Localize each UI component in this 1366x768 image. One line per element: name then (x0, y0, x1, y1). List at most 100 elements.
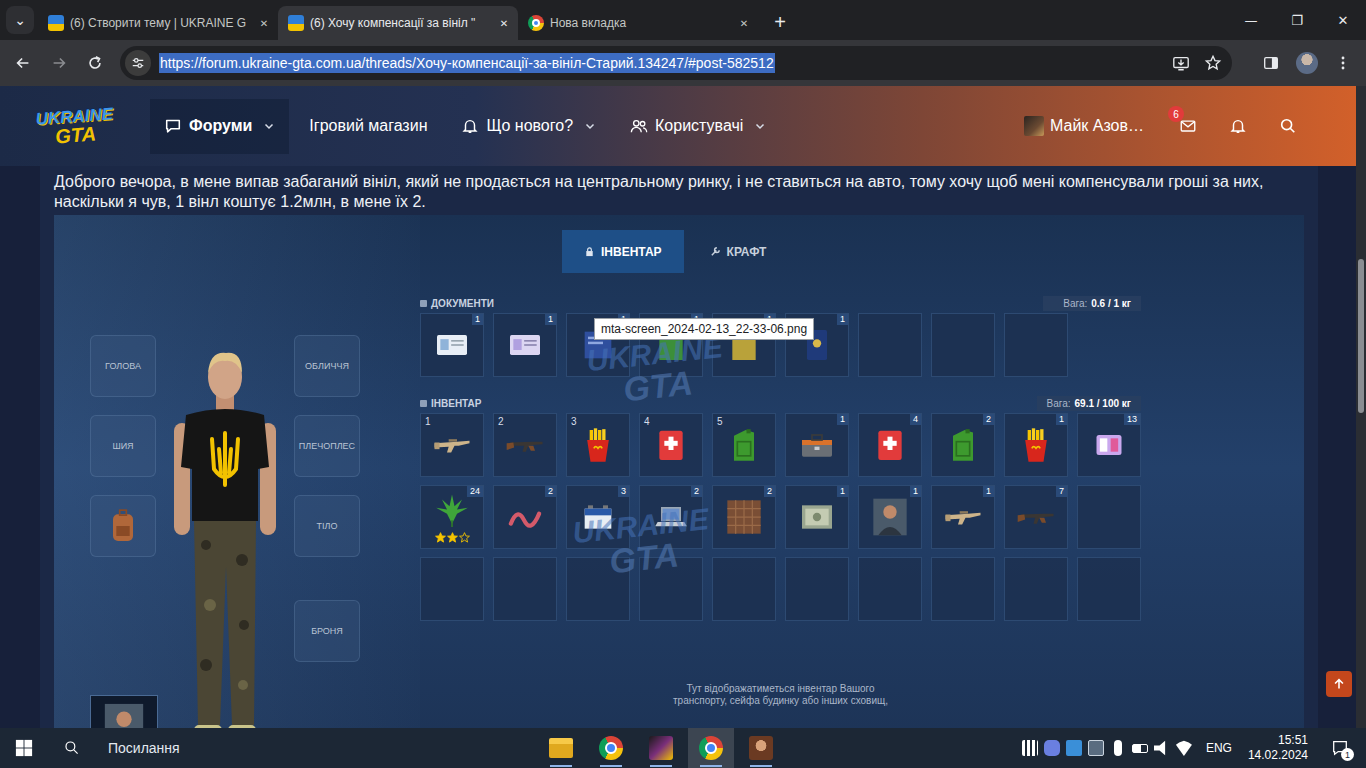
inventory-slot[interactable]: 1 (785, 485, 849, 549)
inventory-slot[interactable]: 2 (639, 485, 703, 549)
equipment-slot[interactable] (90, 495, 156, 557)
game-tab[interactable]: ІНВЕНТАР (562, 230, 684, 273)
inventory-slot[interactable]: 1 (420, 413, 484, 477)
inventory-slot[interactable]: 1 (858, 485, 922, 549)
inventory-slot[interactable]: 4 (639, 413, 703, 477)
nav-item[interactable]: Ігровий магазин (295, 99, 441, 154)
browser-tab[interactable]: (6) Створити тему | UKRAINE G✕ (38, 6, 278, 40)
taskbar-app[interactable] (538, 728, 584, 768)
empty-slot[interactable] (712, 557, 776, 621)
search-button[interactable] (1268, 106, 1308, 146)
inventory-slot[interactable]: 3 (566, 413, 630, 477)
inventory-slot[interactable]: 7 (1004, 485, 1068, 549)
discord-icon[interactable] (1044, 740, 1060, 756)
mic-icon[interactable] (1114, 740, 1122, 756)
scrollbar[interactable] (1356, 86, 1366, 728)
nav-item[interactable]: Що нового? (447, 99, 610, 154)
game-tab[interactable]: КРАФТ (688, 230, 789, 273)
inventory-slot[interactable]: 2 (931, 413, 995, 477)
equipment-slot[interactable]: ТІЛО (294, 495, 360, 557)
taskbar-app[interactable] (588, 728, 634, 768)
battery-icon[interactable] (1132, 744, 1148, 753)
inventory-slot[interactable]: 5 (712, 413, 776, 477)
game-screenshot[interactable]: ГОЛОВА ШИЯ ОБЛИЧЧЯ ПЛЕЧОПЛЕС ТІЛО БРОНЯ ІНВЕНТ… (54, 215, 1304, 728)
new-tab-button[interactable]: + (766, 8, 794, 36)
tab-close-button[interactable]: ✕ (256, 15, 272, 31)
user-menu[interactable]: Майк Азов… (1024, 116, 1144, 136)
empty-slot[interactable] (1004, 313, 1068, 377)
app-net-icon[interactable] (1088, 740, 1104, 756)
inventory-slot[interactable]: 2 (493, 485, 557, 549)
browser-tab[interactable]: (6) Хочу компенсації за вініл "✕ (278, 6, 518, 40)
inventory-slot[interactable]: 1 (931, 485, 995, 549)
inbox-button[interactable]: 6 (1168, 106, 1208, 146)
back-button[interactable] (6, 46, 40, 80)
inventory-slot[interactable]: 4 (858, 413, 922, 477)
alerts-button[interactable] (1218, 106, 1258, 146)
install-app-icon[interactable] (1172, 54, 1190, 72)
empty-slot[interactable] (858, 313, 922, 377)
taskbar-app[interactable] (688, 728, 734, 768)
url-text[interactable]: https://forum.ukraine-gta.com.ua/threads… (159, 53, 775, 73)
notifications-button[interactable]: 1 (1322, 728, 1358, 768)
taskbar-app[interactable] (638, 728, 684, 768)
empty-slot[interactable] (785, 557, 849, 621)
window-control-button[interactable]: ✕ (1320, 0, 1366, 40)
app-blue-icon[interactable] (1066, 740, 1082, 756)
empty-slot[interactable] (566, 557, 630, 621)
equipment-slot[interactable]: ШИЯ (90, 415, 156, 477)
chevron-down-icon[interactable] (263, 120, 275, 132)
empty-slot[interactable] (420, 557, 484, 621)
bookmark-star-icon[interactable] (1204, 54, 1222, 72)
equipment-slot[interactable]: ОБЛИЧЧЯ (294, 335, 360, 397)
site-logo[interactable]: UKRAINEGTA (31, 105, 119, 148)
volume-icon[interactable] (1154, 740, 1170, 756)
window-control-button[interactable]: ❐ (1274, 0, 1320, 40)
nav-item[interactable]: Користувачі (616, 99, 780, 154)
empty-slot[interactable] (1077, 485, 1141, 549)
forward-button[interactable] (42, 46, 76, 80)
address-bar[interactable]: https://forum.ukraine-gta.com.ua/threads… (120, 46, 1232, 80)
scroll-to-top-button[interactable] (1326, 671, 1352, 697)
inventory-slot[interactable]: 1 (785, 413, 849, 477)
profile-button[interactable] (1290, 46, 1324, 80)
language-indicator[interactable]: ENG (1206, 741, 1232, 755)
empty-slot[interactable] (931, 557, 995, 621)
character-portrait[interactable] (90, 695, 158, 728)
clock[interactable]: 15:5114.02.2024 (1248, 733, 1308, 763)
tab-close-button[interactable]: ✕ (736, 15, 752, 31)
equipment-slot[interactable]: ГОЛОВА (90, 335, 156, 397)
start-button[interactable] (0, 728, 48, 768)
taskbar-search[interactable]: Посилання (48, 740, 528, 756)
document-slot[interactable]: 1 (420, 313, 484, 377)
equipment-slot[interactable]: БРОНЯ (294, 600, 360, 662)
window-control-button[interactable]: — (1228, 0, 1274, 40)
inventory-slot[interactable]: 1 (1004, 413, 1068, 477)
inventory-slot[interactable]: 3 (566, 485, 630, 549)
chevron-down-icon[interactable] (584, 120, 596, 132)
menu-button[interactable] (1326, 46, 1360, 80)
chevron-down-icon[interactable] (754, 120, 766, 132)
empty-slot[interactable] (1077, 557, 1141, 621)
side-panel-button[interactable] (1254, 46, 1288, 80)
empty-slot[interactable] (1004, 557, 1068, 621)
grid-icon[interactable] (1022, 740, 1038, 756)
empty-slot[interactable] (931, 313, 995, 377)
inventory-slot[interactable]: 13 (1077, 413, 1141, 477)
nav-item[interactable]: Форуми (150, 99, 289, 154)
network-icon[interactable] (1176, 740, 1192, 756)
inventory-slot[interactable]: 2 (712, 485, 776, 549)
equipment-slot[interactable]: ПЛЕЧОПЛЕС (294, 415, 360, 477)
empty-slot[interactable] (639, 557, 703, 621)
inventory-slot[interactable]: 2 (493, 413, 557, 477)
site-info-icon[interactable] (125, 50, 151, 76)
scrollbar-thumb[interactable] (1358, 259, 1364, 413)
tab-search-button[interactable]: ⌄ (6, 6, 34, 34)
empty-slot[interactable] (493, 557, 557, 621)
tab-close-button[interactable]: ✕ (496, 15, 512, 31)
document-slot[interactable]: 1 (493, 313, 557, 377)
reload-button[interactable] (78, 46, 112, 80)
browser-tab[interactable]: Нова вкладка✕ (518, 6, 758, 40)
taskbar-app[interactable] (738, 728, 784, 768)
inventory-slot[interactable]: 24 (420, 485, 484, 549)
